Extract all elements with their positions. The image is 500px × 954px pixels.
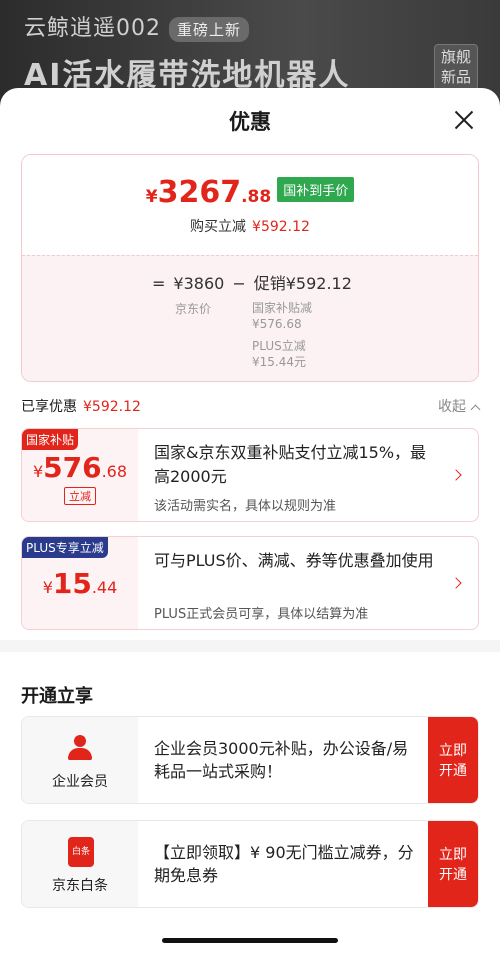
- price-breakdown-card: ¥3267.88 国补到手价 购买立减 ¥592.12 = ¥3860− 促销¥592…: [21, 154, 479, 382]
- sheet-title: 优惠: [229, 110, 271, 134]
- member-name: 企业会员: [52, 774, 108, 790]
- collapse-button[interactable]: 收起: [438, 396, 481, 416]
- promo-instant-badge: 立减: [64, 487, 96, 505]
- open-enterprise-button[interactable]: 立即 开通: [428, 717, 478, 803]
- close-icon[interactable]: [454, 110, 474, 130]
- baitiao-card[interactable]: 白条 京东白条 【立即领取】¥ 90无门槛立减券，分期免息券 立即 开通: [21, 820, 479, 908]
- calc-formula: = ¥3860− 促销¥592.12: [152, 274, 352, 293]
- promo-gov-subsidy[interactable]: 国家补贴 ¥576.68 立减 国家&京东双重补贴支付立减15%，最高2000元…: [21, 428, 479, 522]
- baitiao-icon: 白条: [68, 837, 94, 867]
- enterprise-member-card[interactable]: 企业会员 企业会员3000元补贴，办公设备/易耗品一站式采购！ 立即 开通: [21, 716, 479, 804]
- chevron-right-icon: [450, 469, 462, 481]
- chevron-up-icon: [470, 404, 481, 415]
- open-section-title: 开通立享: [21, 686, 93, 707]
- sheet-header: 优惠: [0, 88, 500, 150]
- final-price-section: ¥3267.88 国补到手价 购买立减 ¥592.12: [22, 155, 478, 255]
- final-price: ¥3267.88: [145, 175, 272, 210]
- purchase-discount-row: 购买立减 ¥592.12: [190, 219, 310, 235]
- plus-discount-detail: PLUS立减 ¥15.44元: [252, 339, 306, 369]
- gov-subsidy-detail: 国家补贴减 ¥576.68: [252, 301, 313, 331]
- banner-flagship-tag: 旗舰 新品: [434, 44, 478, 90]
- member-description: 【立即领取】¥ 90无门槛立减券，分期免息券: [154, 843, 414, 885]
- price-calculation: = ¥3860− 促销¥592.12 京东价 国家补贴减 ¥576.68 PLUS立减…: [22, 255, 478, 381]
- jd-price-label: 京东价: [175, 302, 212, 316]
- chevron-right-icon: [450, 577, 462, 589]
- promo-tag: PLUS专享立减: [22, 537, 108, 558]
- member-description: 企业会员3000元补贴，办公设备/易耗品一站式采购！: [154, 739, 409, 781]
- promo-description: 国家&京东双重补贴支付立减15%，最高2000元: [154, 443, 427, 486]
- promo-note: PLUS正式会员可享，具体以结算为准: [154, 607, 369, 622]
- banner-new-badge: 重磅上新: [169, 16, 250, 42]
- home-indicator: [162, 938, 338, 943]
- promo-amount: ¥15.44: [42, 567, 118, 600]
- promo-note: 该活动需实名，具体以规则为准: [154, 499, 337, 514]
- promo-amount: ¥576.68: [32, 451, 128, 484]
- enjoyed-discount-row: 已享优惠 ¥592.12 收起: [21, 396, 481, 416]
- section-divider: [0, 640, 500, 652]
- discount-sheet: 优惠 ¥3267.88 国补到手价 购买立减 ¥592.12 = ¥3860− 促销¥…: [0, 88, 500, 954]
- promo-description: 可与PLUS价、满减、券等优惠叠加使用: [154, 551, 434, 570]
- open-baitiao-button[interactable]: 立即 开通: [428, 821, 478, 907]
- banner-product-name: 云鲸逍遥002 重磅上新: [24, 10, 250, 42]
- promo-tag: 国家补贴: [22, 429, 79, 450]
- member-name: 京东白条: [52, 878, 108, 894]
- promo-plus-discount[interactable]: PLUS专享立减 ¥15.44 可与PLUS价、满减、券等优惠叠加使用 PLUS…: [21, 536, 479, 630]
- person-icon: [68, 735, 92, 761]
- gov-subsidy-badge: 国补到手价: [277, 177, 355, 202]
